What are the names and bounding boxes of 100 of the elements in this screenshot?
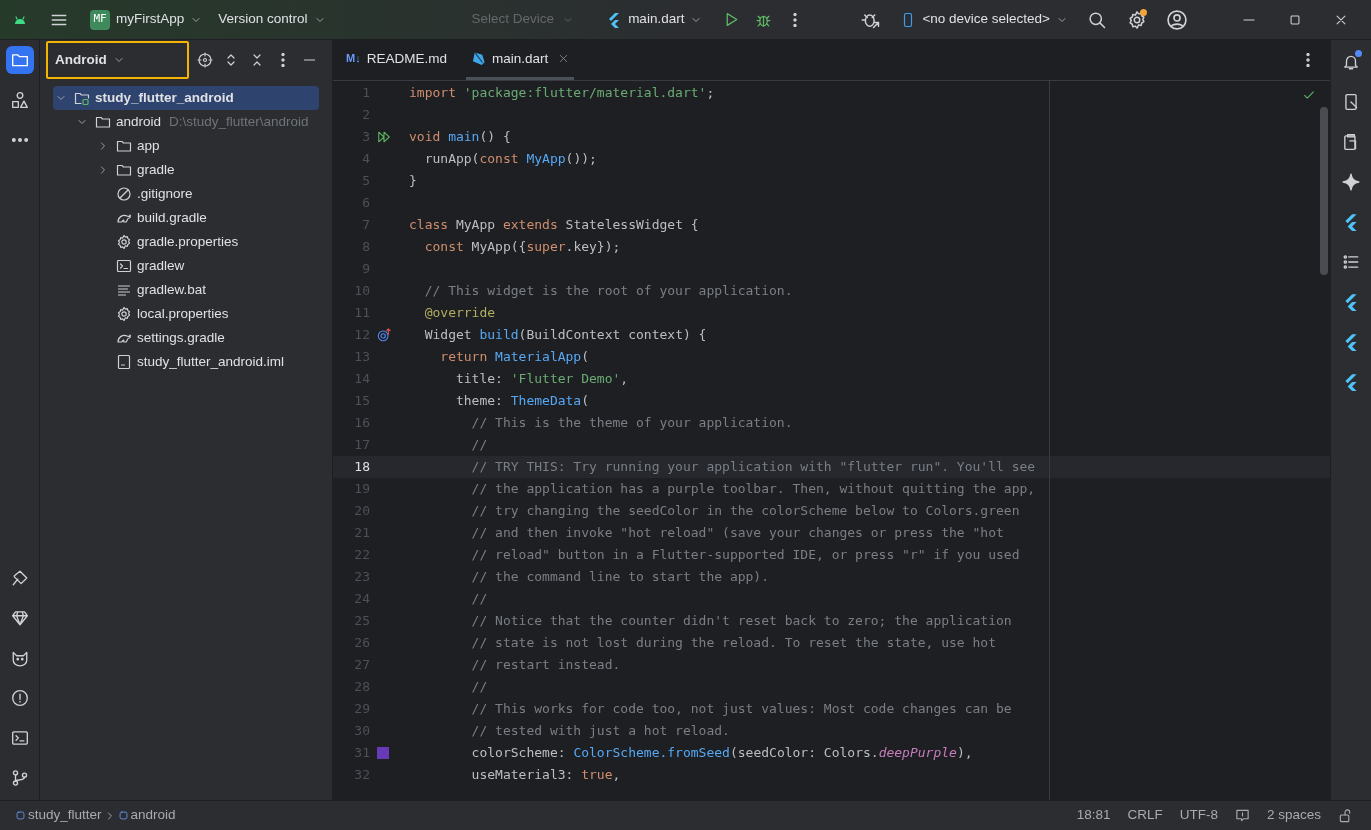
folder-icon xyxy=(116,138,132,154)
dart-icon xyxy=(470,51,486,66)
target-icon xyxy=(197,52,213,68)
square-icon xyxy=(117,810,129,821)
tree-item[interactable]: study_flutter_android xyxy=(53,86,319,110)
project-selector[interactable]: MF myFirstApp xyxy=(86,5,207,34)
tree-item[interactable]: local.properties xyxy=(53,302,319,326)
run-config-selector[interactable]: main.dart xyxy=(602,5,707,34)
encoding[interactable]: UTF-8 xyxy=(1179,805,1218,826)
tree-item[interactable]: settings.gradle xyxy=(53,326,319,350)
module-folder-icon xyxy=(74,90,90,106)
code-line: // xyxy=(470,436,488,455)
maximize-icon xyxy=(1288,12,1302,27)
account-icon xyxy=(1166,8,1188,31)
color-swatch[interactable] xyxy=(377,747,389,759)
tree-item[interactable]: app xyxy=(53,134,319,158)
code-line: } xyxy=(409,172,417,191)
more-icon xyxy=(281,53,285,67)
code-line: // This is the theme of your application. xyxy=(470,414,793,433)
markdown-icon: M↓ xyxy=(346,50,361,67)
run-gutter-icon xyxy=(377,130,391,144)
code-line: return MaterialApp( xyxy=(439,348,590,367)
code-line: import 'package:flutter/material.dart'; xyxy=(409,84,715,103)
list-icon xyxy=(1342,253,1360,271)
code-line: // tested with just a hot reload. xyxy=(470,722,730,741)
code-line: void main() { xyxy=(409,128,511,147)
tree-item[interactable]: .gitignore xyxy=(53,182,319,206)
tree-item[interactable]: gradlew xyxy=(53,254,319,278)
phone-icon xyxy=(1342,93,1360,111)
view-selector[interactable]: Android xyxy=(46,41,189,79)
project-badge: MF xyxy=(90,9,110,30)
more-icon xyxy=(793,12,798,27)
shapes-icon xyxy=(10,91,29,109)
minimize-icon xyxy=(1243,18,1255,21)
tree-item[interactable]: gradle.properties xyxy=(53,230,319,254)
terminal-icon xyxy=(10,729,29,747)
code-line: colorScheme: ColorScheme.fromSeed(seedColor: Colors.deepPurple), xyxy=(470,744,973,763)
tree-item[interactable]: gradlew.bat xyxy=(53,278,319,302)
problems-icon xyxy=(10,689,29,707)
more-icon xyxy=(1306,53,1310,67)
target-device-selector[interactable]: <no device selected> xyxy=(896,5,1072,34)
minimize-icon xyxy=(302,59,316,61)
code-line: // xyxy=(470,590,488,609)
code-line: Widget build(BuildContext context) { xyxy=(423,326,707,345)
code-line: const MyApp({super.key}); xyxy=(423,238,621,257)
code-line: // reload" button in a Flutter-supported IDE, or press "r" if you used xyxy=(470,546,1020,565)
bell-icon xyxy=(1342,53,1360,71)
code-line: class MyApp extends StatelessWidget { xyxy=(409,216,699,235)
code-line: useMaterial3: true, xyxy=(470,766,621,785)
cat-icon xyxy=(10,649,29,667)
tab-label: main.dart xyxy=(491,49,549,68)
gear-icon xyxy=(116,234,132,250)
folder-icon xyxy=(10,51,29,69)
folder-icon xyxy=(116,162,132,178)
tree-item[interactable]: gradle xyxy=(53,158,319,182)
code-line: @override xyxy=(423,304,496,323)
text-file-icon xyxy=(116,282,132,298)
tree-item[interactable]: android D:\study_flutter\android xyxy=(53,110,319,134)
cursor-position[interactable]: 18:81 xyxy=(1076,805,1111,826)
line-number: 18 xyxy=(353,458,370,477)
breadcrumb[interactable]: study_flutter xyxy=(15,805,102,826)
more-icon xyxy=(11,138,28,142)
code-line: // This works for code too, not just values: Most code changes can be xyxy=(470,700,1012,719)
close-icon xyxy=(558,53,570,64)
settings-icon xyxy=(1127,9,1147,30)
code-line: // TRY THIS: Try running your application with "flutter run". You'll see xyxy=(470,458,1036,477)
tree-item-label: android xyxy=(116,112,162,131)
code-line: // the command line to start the app). xyxy=(470,568,770,587)
code-line: runApp(const MyApp()); xyxy=(423,150,597,169)
code-line: // restart instead. xyxy=(470,656,621,675)
line-ending[interactable]: CRLF xyxy=(1127,805,1163,826)
folder-icon xyxy=(95,114,111,130)
tab-label: README.md xyxy=(366,49,447,68)
code-line: // This widget is the root of your application. xyxy=(423,282,793,301)
inspection-button[interactable] xyxy=(1234,808,1250,823)
code-line: // xyxy=(470,678,488,697)
indent-setting[interactable]: 2 spaces xyxy=(1266,805,1321,826)
project-tool-button[interactable] xyxy=(5,46,34,74)
gear-icon xyxy=(116,306,132,322)
read-only-toggle[interactable] xyxy=(1338,808,1353,823)
check-icon xyxy=(1302,88,1316,102)
version-control-menu[interactable]: Version control xyxy=(214,5,330,34)
code-line: // and then invoke "hot reload" (save your changes or press the "hot xyxy=(470,524,1004,543)
editor-tab[interactable]: main.dart xyxy=(465,40,575,80)
code-line: theme: ThemeData( xyxy=(454,392,590,411)
code-line: // the application has a purple toolbar. Then, without quitting the app, xyxy=(470,480,1036,499)
git-branch-icon xyxy=(10,769,29,787)
file-icon xyxy=(116,354,132,370)
code-line: title: 'Flutter Demo', xyxy=(454,370,629,389)
close-tab-button[interactable] xyxy=(558,53,570,64)
scrollbar-thumb[interactable] xyxy=(1320,107,1328,275)
code-line: // Notice that the counter didn't reset back to zero; the application xyxy=(470,612,1012,631)
comment-icon xyxy=(1234,808,1250,823)
tree-item[interactable]: study_flutter_android.iml xyxy=(53,350,319,374)
sparkle-icon xyxy=(1342,173,1360,191)
tree-item[interactable]: build.gradle xyxy=(53,206,319,230)
slashed-circle-icon xyxy=(116,186,132,202)
breadcrumb[interactable]: android xyxy=(117,805,176,826)
editor-tab[interactable]: M↓ README.md xyxy=(341,40,452,80)
code-line: // state is not lost during the reload. To reset the state, use hot xyxy=(470,634,996,653)
